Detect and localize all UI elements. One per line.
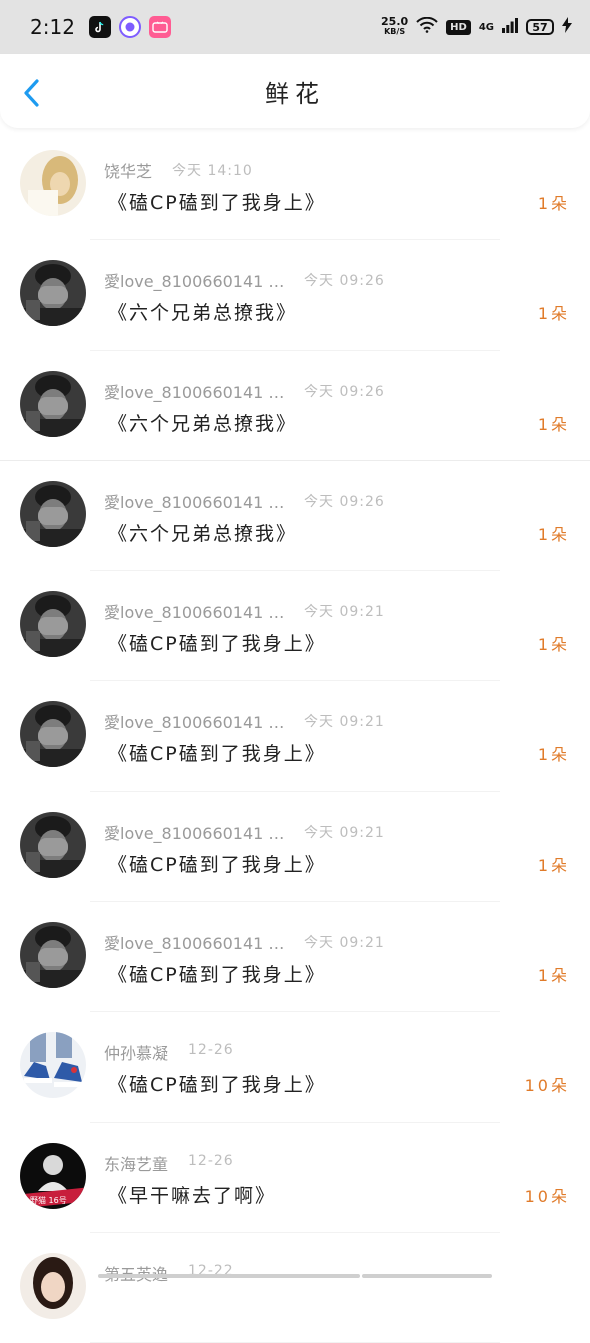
send-time: 今天 09:21 (304, 601, 385, 621)
flower-count: 10朵 (525, 1072, 570, 1096)
page-title: 鲜花 (265, 74, 325, 109)
book-title: 《磕CP磕到了我身上》 (108, 960, 326, 987)
circle-app-icon (119, 16, 141, 38)
list-item[interactable]: 仲孙慕凝 12-26 《磕CP磕到了我身上》 10朵 (0, 1012, 590, 1122)
sender-name: 愛love_8100660141 … (104, 820, 284, 844)
list-item[interactable]: 愛love_8100660141 … 今天 09:26 《六个兄弟总撩我》 1朵 (0, 461, 590, 571)
charging-icon (562, 17, 572, 37)
avatar[interactable] (20, 922, 86, 988)
flower-count: 1朵 (538, 852, 570, 876)
avatar[interactable]: 野猫 16号 (20, 1143, 86, 1209)
flower-count: 1朵 (538, 962, 570, 986)
status-time: 2:12 (30, 15, 75, 39)
avatar[interactable] (20, 591, 86, 657)
sender-name: 愛love_8100660141 … (104, 268, 284, 292)
scroll-indicator (98, 1274, 492, 1280)
signal-icon (502, 17, 518, 37)
net-speed-unit: KB/S (381, 27, 408, 37)
sender-name: 饶华芝 (104, 158, 152, 182)
book-title: 《磕CP磕到了我身上》 (108, 629, 326, 656)
sender-name: 愛love_8100660141 … (104, 599, 284, 623)
book-title: 《磕CP磕到了我身上》 (108, 188, 326, 215)
status-bar: 2:12 25.0 KB/S HD 4G 57 (0, 0, 590, 54)
network-type: 4G (479, 22, 494, 33)
list-item[interactable]: 饶华芝今天 14:10 《磕CP磕到了我身上》 1朵 (0, 130, 590, 240)
sender-name: 愛love_8100660141 … (104, 930, 284, 954)
book-title: 《早干嘛去了啊》 (108, 1181, 276, 1208)
send-time: 今天 09:21 (304, 711, 385, 731)
flower-count: 1朵 (538, 190, 570, 214)
hd-badge: HD (446, 20, 471, 35)
list-item[interactable]: 愛love_8100660141 … 今天 09:21 《磕CP磕到了我身上》 1朵 (0, 902, 590, 1012)
avatar[interactable] (20, 481, 86, 547)
flower-count: 10朵 (525, 1183, 570, 1207)
sender-name: 愛love_8100660141 … (104, 489, 284, 513)
send-time: 12-26 (188, 1153, 234, 1169)
flower-count: 1朵 (538, 411, 570, 435)
send-time: 今天 09:21 (304, 822, 385, 842)
avatar[interactable] (20, 1032, 86, 1098)
battery-indicator: 57 (526, 19, 554, 35)
flower-count: 1朵 (538, 521, 570, 545)
book-title: 《磕CP磕到了我身上》 (108, 1070, 326, 1097)
avatar[interactable] (20, 1253, 86, 1319)
avatar[interactable] (20, 150, 86, 216)
svg-text:野猫 16号: 野猫 16号 (30, 1195, 67, 1205)
flower-count: 1朵 (538, 631, 570, 655)
flower-count: 1朵 (538, 300, 570, 324)
send-time: 12-26 (188, 1042, 234, 1058)
sender-name: 愛love_8100660141 … (104, 709, 284, 733)
list-item[interactable]: 第五英逸12-22 (0, 1233, 590, 1343)
list-item[interactable]: 野猫 16号 东海艺童 12-26 《早干嘛去了啊》 10朵 (0, 1123, 590, 1233)
send-time: 今天 09:21 (304, 932, 385, 952)
back-button[interactable] (20, 78, 46, 108)
flower-record-list: 饶华芝今天 14:10《磕CP磕到了我身上》1朵愛love_8100660141… (0, 130, 590, 1343)
sender-name: 第五英逸 (104, 1261, 168, 1285)
sender-name: 东海艺童 (104, 1151, 168, 1175)
book-title: 《六个兄弟总撩我》 (108, 298, 297, 325)
list-item[interactable]: 愛love_8100660141 … 今天 09:21 《磕CP磕到了我身上》 1朵 (0, 681, 590, 791)
list-item[interactable]: 愛love_8100660141 … 今天 09:21 《磕CP磕到了我身上》 1朵 (0, 792, 590, 902)
list-item[interactable]: 愛love_8100660141 … 今天 09:21 《磕CP磕到了我身上》 1朵 (0, 571, 590, 681)
flower-count: 1朵 (538, 741, 570, 765)
book-title: 《六个兄弟总撩我》 (108, 409, 297, 436)
list-item[interactable]: 愛love_8100660141 … 今天 09:26 《六个兄弟总撩我》 1朵 (0, 351, 590, 461)
book-title: 《六个兄弟总撩我》 (108, 519, 297, 546)
avatar[interactable] (20, 812, 86, 878)
sender-name: 仲孙慕凝 (104, 1040, 168, 1064)
net-speed: 25.0 KB/S (381, 17, 408, 37)
page-header: 鲜花 (0, 54, 590, 128)
avatar[interactable] (20, 371, 86, 437)
chevron-left-icon (20, 78, 46, 108)
status-indicators: 25.0 KB/S HD 4G 57 (381, 17, 572, 37)
list-item[interactable]: 愛love_8100660141 … 今天 09:26 《六个兄弟总撩我》 1朵 (0, 240, 590, 350)
send-time: 今天 09:26 (304, 381, 385, 401)
send-time: 今天 09:26 (304, 491, 385, 511)
sender-name: 愛love_8100660141 … (104, 379, 284, 403)
send-time: 今天 14:10 (172, 160, 253, 180)
wifi-icon (416, 17, 438, 37)
tiktok-icon (89, 16, 111, 38)
book-title: 《磕CP磕到了我身上》 (108, 739, 326, 766)
send-time: 今天 09:26 (304, 270, 385, 290)
bilibili-icon (149, 16, 171, 38)
avatar[interactable] (20, 260, 86, 326)
book-title: 《磕CP磕到了我身上》 (108, 850, 326, 877)
avatar[interactable] (20, 701, 86, 767)
